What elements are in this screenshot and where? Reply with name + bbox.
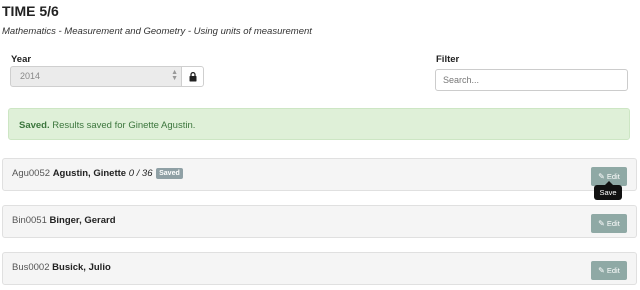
edit-button[interactable]: ✎ Edit <box>591 261 627 280</box>
year-select-value: 2014 <box>20 71 41 81</box>
lock-button[interactable] <box>181 66 204 87</box>
edit-button-label: Edit <box>606 172 620 181</box>
pencil-icon: ✎ <box>598 172 605 181</box>
page-subtitle: Mathematics - Measurement and Geometry -… <box>2 26 312 37</box>
student-score: 0 / 36 <box>128 168 153 179</box>
save-tooltip: Save <box>594 185 622 200</box>
student-name[interactable]: Agustin, Ginette <box>53 168 126 179</box>
edit-button-label: Edit <box>606 266 620 275</box>
student-code: Bin0051 <box>12 215 47 226</box>
student-name[interactable]: Busick, Julio <box>52 262 111 273</box>
student-row: Bus0002 Busick, Julio ✎ Edit <box>2 252 637 285</box>
lock-icon <box>189 72 197 82</box>
edit-button[interactable]: ✎ Edit <box>591 214 627 233</box>
edit-button-label: Edit <box>606 219 620 228</box>
search-input[interactable] <box>435 69 628 91</box>
alert-strong: Saved. <box>19 120 50 131</box>
pencil-icon: ✎ <box>598 219 605 228</box>
student-code: Bus0002 <box>12 262 50 273</box>
updown-arrows-icon: ▲ ▼ <box>171 69 178 82</box>
alert-message: Results saved for Ginette Agustin. <box>52 120 196 131</box>
success-alert: Saved. Results saved for Ginette Agustin… <box>8 108 630 140</box>
pencil-icon: ✎ <box>598 266 605 275</box>
student-row: Bin0051 Binger, Gerard ✎ Edit <box>2 205 637 238</box>
filter-label: Filter <box>436 54 460 65</box>
page-title: TIME 5/6 <box>2 3 59 19</box>
student-name[interactable]: Binger, Gerard <box>50 215 116 226</box>
year-label: Year <box>11 54 32 65</box>
student-code: Agu0052 <box>12 168 51 179</box>
student-row: Agu0052 Agustin, Ginette 0 / 36 Saved ✎ E… <box>2 158 637 191</box>
saved-badge: Saved <box>156 168 183 179</box>
year-select[interactable]: 2014 ▲ ▼ <box>10 66 182 87</box>
